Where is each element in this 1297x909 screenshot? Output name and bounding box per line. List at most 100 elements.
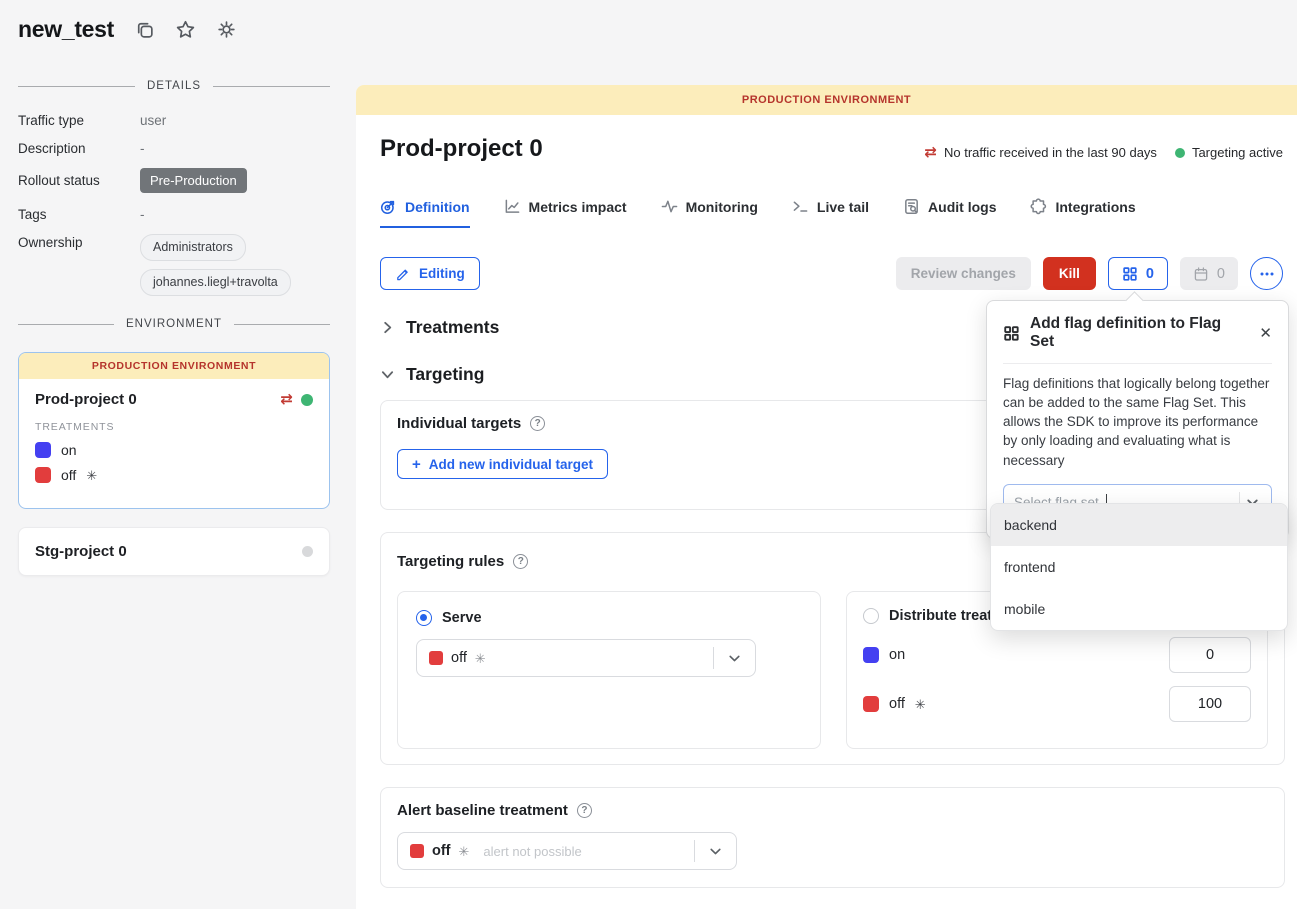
chevron-down-icon [707,843,724,860]
add-individual-target-button[interactable]: + Add new individual target [397,449,608,479]
individual-targets-title: Individual targets [397,415,521,432]
tab-integrations[interactable]: Integrations [1030,198,1135,228]
editing-button[interactable]: Editing [380,257,480,290]
percentage-input-off[interactable] [1169,686,1251,722]
flag-sets-button[interactable]: 0 [1108,257,1168,290]
terminal-icon [792,198,809,215]
production-environment-card[interactable]: PRODUCTION ENVIRONMENT Prod-project 0 ⇄ … [18,352,330,509]
schedule-button[interactable]: 0 [1180,257,1238,290]
treatment-off-swatch [429,651,443,665]
star-icon[interactable] [175,19,196,40]
pulse-icon [661,198,678,215]
radio-selected[interactable] [416,610,432,626]
staging-environment-card[interactable]: Stg-project 0 [18,527,330,576]
chevron-down-icon [380,367,395,382]
chart-icon [504,198,521,215]
kill-button[interactable]: Kill [1043,257,1096,290]
distribute-row-off: off ✳ [863,686,1251,722]
calendar-icon [1193,266,1209,282]
tab-live-tail[interactable]: Live tail [792,198,869,228]
targeting-rules-title: Targeting rules [397,553,504,570]
target-icon [380,198,397,215]
status-row: ⇄ No traffic received in the last 90 day… [924,145,1283,160]
grid-icon [1003,325,1020,342]
owner-pill[interactable]: johannes.liegl+travolta [140,269,291,296]
copy-icon[interactable] [134,19,155,40]
treatment-off-swatch [410,844,424,858]
no-traffic-icon: ⇄ [280,392,293,407]
page-title: Prod-project 0 [380,135,543,163]
targeting-active-dot [301,394,313,406]
plus-icon: + [412,456,421,473]
close-icon[interactable]: ✕ [1259,326,1272,341]
flag-set-options-dropdown: backend frontend mobile [990,503,1288,631]
serve-radio-row[interactable]: Serve [416,610,802,626]
schedule-count: 0 [1217,266,1225,282]
radio-unselected[interactable] [863,608,879,624]
details-fields: Traffic type user Description - Rollout … [18,112,330,296]
option-backend[interactable]: backend [991,504,1287,546]
pencil-icon [395,266,411,282]
details-divider: DETAILS [18,80,330,92]
popover-title: Add flag definition to Flag Set [1030,315,1249,351]
targeting-inactive-dot [302,546,313,557]
review-changes-button[interactable]: Review changes [896,257,1031,290]
app-header: new_test [18,16,237,43]
tab-definition[interactable]: Definition [380,198,470,228]
targeting-section-toggle[interactable]: Targeting [380,364,484,385]
production-environment-banner-main: PRODUCTION ENVIRONMENT [356,85,1297,115]
audit-log-icon [903,198,920,215]
field-rollout-status: Rollout status Pre-Production [18,168,330,193]
rollout-status-badge: Pre-Production [140,168,247,193]
prod-environment-name: Prod-project 0 [35,391,137,408]
serve-treatment-select[interactable]: off ✳ [416,639,756,677]
help-icon[interactable]: ? [530,416,545,431]
treatment-on-swatch [35,442,51,458]
field-description: Description - [18,140,330,157]
option-mobile[interactable]: mobile [991,588,1287,630]
alert-not-possible-note: alert not possible [483,844,581,859]
more-actions-button[interactable] [1250,257,1283,290]
targeting-active-dot [1175,148,1185,158]
chevron-down-icon [726,650,743,667]
alert-baseline-select[interactable]: off ✳ alert not possible [397,832,737,870]
treatments-section-toggle[interactable]: Treatments [380,317,499,338]
default-treatment-icon: ✳ [86,469,97,482]
tab-audit-logs[interactable]: Audit logs [903,198,996,228]
toolbar-actions: Review changes Kill 0 0 [896,257,1283,290]
default-treatment-icon: ✳ [459,845,470,858]
alert-baseline-title: Alert baseline treatment [397,802,568,819]
option-frontend[interactable]: frontend [991,546,1287,588]
percentage-input-on[interactable] [1169,637,1251,673]
help-icon[interactable]: ? [513,554,528,569]
owner-pill[interactable]: Administrators [140,234,246,261]
gear-icon[interactable] [216,19,237,40]
puzzle-icon [1030,198,1047,215]
treatment-off-swatch [863,696,879,712]
traffic-status: ⇄ No traffic received in the last 90 day… [924,145,1157,160]
field-tags: Tags - [18,206,330,223]
flag-name-title: new_test [18,16,114,43]
serve-option-card: Serve off ✳ [397,591,821,749]
sidebar: DETAILS Traffic type user Description - … [18,80,330,576]
environment-divider: ENVIRONMENT [18,318,330,330]
no-traffic-icon: ⇄ [924,145,937,160]
tab-metrics-impact[interactable]: Metrics impact [504,198,627,228]
default-treatment-icon: ✳ [475,652,486,665]
treatments-label: TREATMENTS [35,421,313,433]
stg-environment-name: Stg-project 0 [35,543,302,560]
default-treatment-icon: ✳ [915,698,926,711]
flag-sets-count: 0 [1146,266,1154,282]
field-ownership: Ownership Administrators johannes.liegl+… [18,234,330,296]
treatment-on-swatch [863,647,879,663]
chevron-right-icon [380,320,395,335]
treatment-on-row: on [35,442,313,458]
help-icon[interactable]: ? [577,803,592,818]
environment-title: ENVIRONMENT [126,318,222,330]
tab-monitoring[interactable]: Monitoring [661,198,758,228]
distribute-row-on: on [863,637,1251,673]
tab-bar: Definition Metrics impact Monitoring Liv… [380,198,1136,228]
details-title: DETAILS [147,80,201,92]
ellipsis-icon [1259,266,1275,282]
treatment-off-swatch [35,467,51,483]
